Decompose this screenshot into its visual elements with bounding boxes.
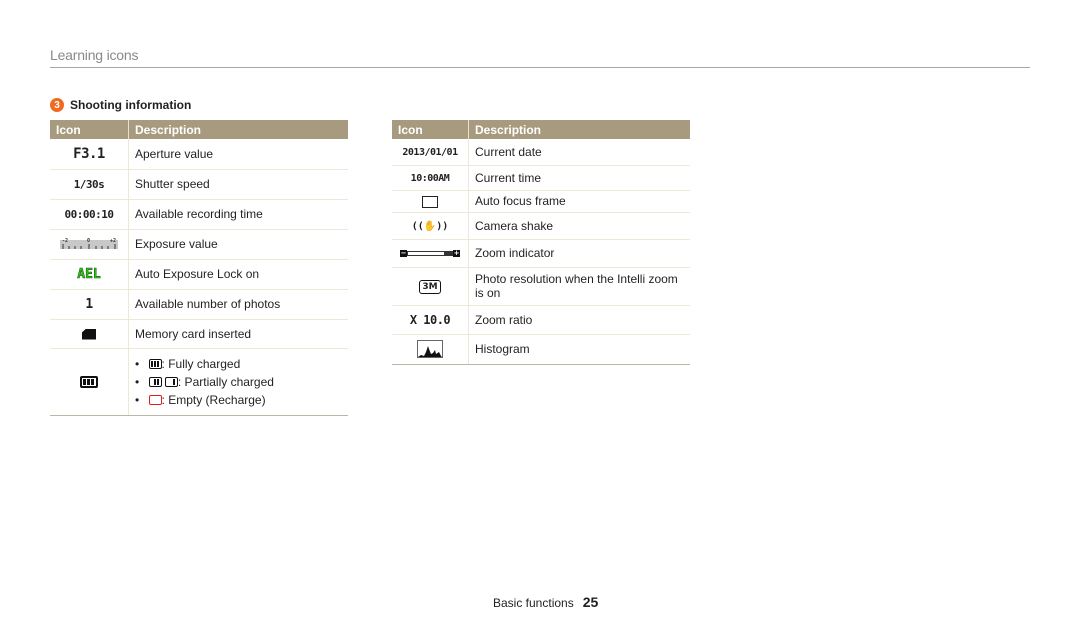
photo-count-icon: 1 xyxy=(50,289,129,320)
battery-two-thirds-icon xyxy=(148,377,162,388)
table-row: 2013/01/01 Current date xyxy=(392,139,690,166)
svg-text:-2: -2 xyxy=(62,238,68,244)
svg-text:+2: +2 xyxy=(110,238,116,244)
row-description: Zoom ratio xyxy=(468,305,690,335)
page-footer: Basic functions 25 xyxy=(493,594,598,610)
section-heading: 3 Shooting information xyxy=(50,98,191,112)
row-description: Photo resolution when the Intelli zoom i… xyxy=(468,267,690,306)
icon-table-left: Icon Description F3.1 Aperture value 1/3… xyxy=(50,120,348,416)
row-description: Available number of photos xyxy=(128,289,348,320)
camera-shake-icon: ((✋)) xyxy=(392,212,469,240)
section-title: Shooting information xyxy=(70,98,192,112)
table-row: ((✋)) Camera shake xyxy=(392,212,690,240)
row-description: Auto focus frame xyxy=(468,190,690,213)
table-row: 10:00AM Current time xyxy=(392,165,690,191)
table-row: 1/30s Shutter speed xyxy=(50,169,348,200)
page-number: 25 xyxy=(582,594,599,610)
title-divider xyxy=(50,67,1030,68)
battery-full-icon xyxy=(148,359,162,370)
table-row: Auto focus frame xyxy=(392,190,690,213)
row-description: Current time xyxy=(468,165,690,191)
row-description: Exposure value xyxy=(128,229,348,260)
battery-empty-icon xyxy=(148,395,162,406)
column-header-icon: Icon xyxy=(392,120,469,139)
section-number-badge: 3 xyxy=(50,98,64,112)
af-frame-icon xyxy=(392,190,469,213)
aperture-value-icon: F3.1 xyxy=(50,139,129,170)
ael-icon: AEL xyxy=(50,259,129,290)
row-description: Zoom indicator xyxy=(468,239,690,268)
table-row: − + Zoom indicator xyxy=(392,239,690,268)
row-description: Histogram xyxy=(468,334,690,365)
date-icon: 2013/01/01 xyxy=(392,139,469,166)
svg-text:0: 0 xyxy=(87,238,90,244)
exposure-scale-icon: -2 0 +2 xyxy=(50,229,129,260)
icon-table-right: Icon Description 2013/01/01 Current date… xyxy=(392,120,690,365)
memory-card-icon xyxy=(50,319,129,349)
battery-icon xyxy=(50,348,129,416)
table-row: : Fully charged : Partially charged : Em… xyxy=(50,348,348,416)
table-row: Memory card inserted xyxy=(50,319,348,349)
table-row: 3M Photo resolution when the Intelli zoo… xyxy=(392,267,690,306)
column-header-icon: Icon xyxy=(50,120,129,139)
row-description: Auto Exposure Lock on xyxy=(128,259,348,290)
time-icon: 10:00AM xyxy=(392,165,469,191)
row-description: Memory card inserted xyxy=(128,319,348,349)
zoom-ratio-icon: X 10.0 xyxy=(392,305,469,335)
zoom-in-icon: + xyxy=(453,249,460,257)
table-row: X 10.0 Zoom ratio xyxy=(392,305,690,335)
battery-state-empty: : Empty (Recharge) xyxy=(135,391,342,409)
table-row: AEL Auto Exposure Lock on xyxy=(50,259,348,290)
table-row: -2 0 +2 Exposure value xyxy=(50,229,348,260)
battery-one-third-icon xyxy=(164,377,178,388)
recording-time-icon: 00:00:10 xyxy=(50,199,129,230)
page-title: Learning icons xyxy=(50,47,139,63)
table-row: F3.1 Aperture value xyxy=(50,139,348,170)
table-row: 00:00:10 Available recording time xyxy=(50,199,348,230)
column-header-description: Description xyxy=(128,120,348,139)
histogram-icon xyxy=(392,334,469,365)
shutter-speed-icon: 1/30s xyxy=(50,169,129,200)
footer-section-name: Basic functions xyxy=(493,596,574,610)
row-description: Current date xyxy=(468,139,690,166)
intelli-resolution-icon: 3M xyxy=(392,267,469,306)
battery-state-full: : Fully charged xyxy=(135,355,342,373)
row-description: Shutter speed xyxy=(128,169,348,200)
column-header-description: Description xyxy=(468,120,690,139)
battery-states: : Fully charged : Partially charged : Em… xyxy=(128,348,348,416)
row-description: Camera shake xyxy=(468,212,690,240)
zoom-indicator-icon: − + xyxy=(392,239,469,268)
zoom-out-icon: − xyxy=(400,249,407,257)
row-description: Aperture value xyxy=(128,139,348,170)
battery-state-partial: : Partially charged xyxy=(135,373,342,391)
table-row: 1 Available number of photos xyxy=(50,289,348,320)
table-row: Histogram xyxy=(392,334,690,365)
row-description: Available recording time xyxy=(128,199,348,230)
